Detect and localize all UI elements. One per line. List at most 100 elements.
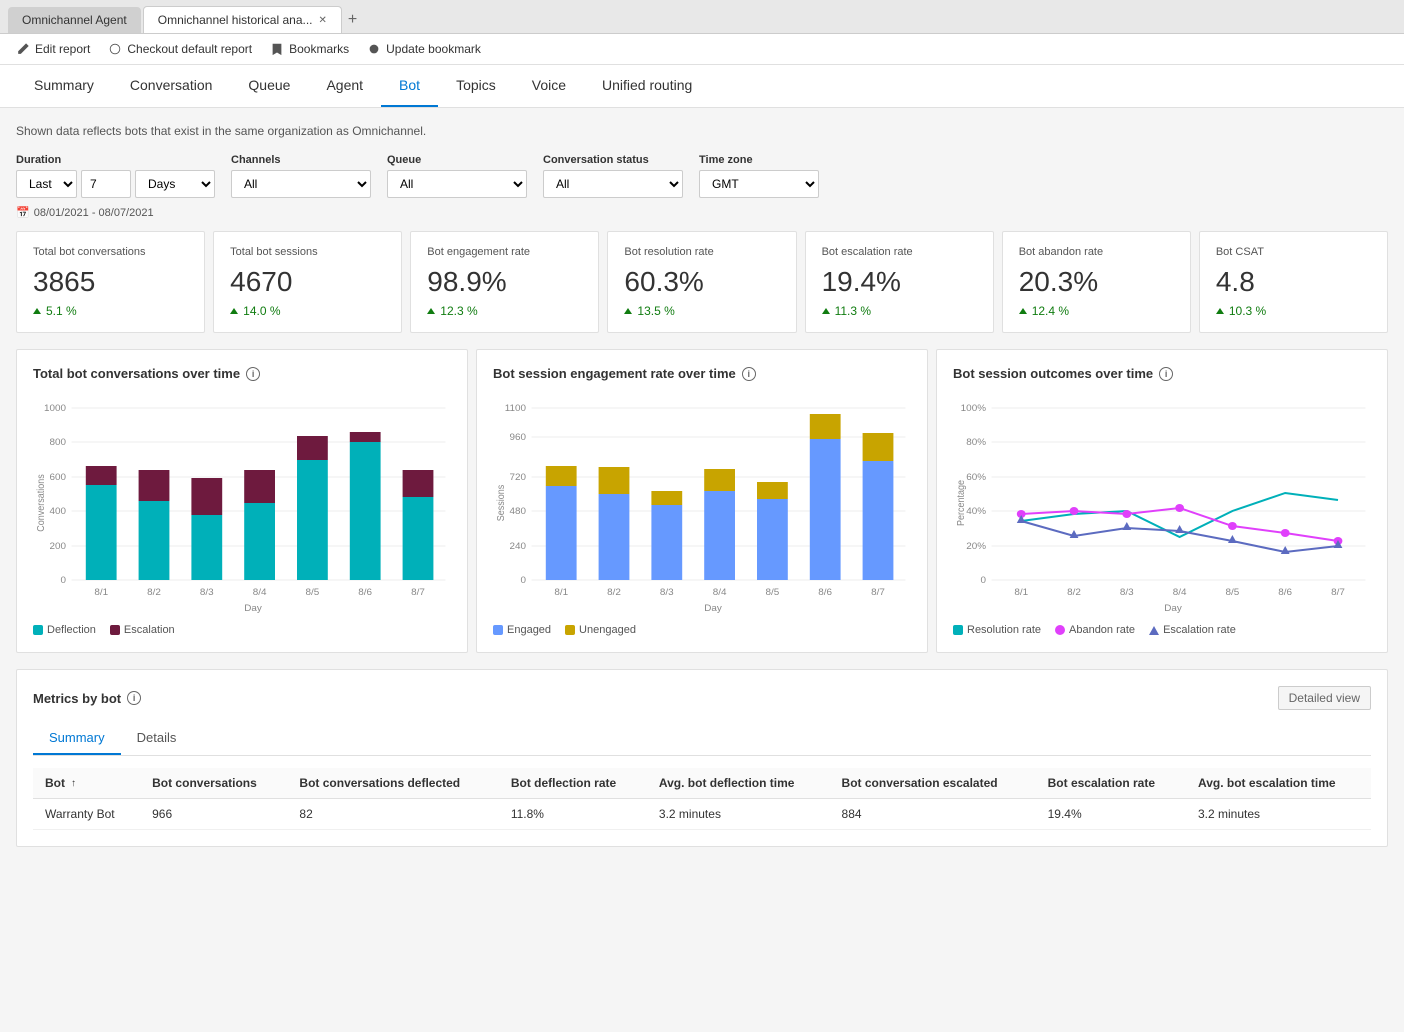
- chart-title: Bot session engagement rate over time i: [493, 366, 911, 381]
- engagement-chart-svg: 1100 960 720 480 240 0: [493, 393, 911, 613]
- kpi-change: 13.5 %: [624, 304, 779, 318]
- info-icon[interactable]: i: [1159, 367, 1173, 381]
- deflection-color: [33, 625, 43, 635]
- svg-text:8/6: 8/6: [1278, 587, 1292, 597]
- svg-text:60%: 60%: [966, 472, 986, 482]
- col-bot-conversations: Bot conversations: [140, 768, 287, 799]
- duration-unit-select[interactable]: Days: [135, 170, 215, 198]
- col-bot-conversations-deflected: Bot conversations deflected: [287, 768, 498, 799]
- kpi-value: 4670: [230, 266, 385, 298]
- add-tab-button[interactable]: +: [348, 11, 357, 29]
- cell-bot-name: Warranty Bot: [33, 799, 140, 830]
- legend-deflection-label: Deflection: [47, 624, 96, 636]
- col-bot-deflection-rate: Bot deflection rate: [499, 768, 647, 799]
- kpi-label: Bot resolution rate: [624, 246, 779, 258]
- metrics-header: Metrics by bot i Detailed view: [33, 686, 1371, 710]
- kpi-bot-csat: Bot CSAT 4.8 10.3 %: [1199, 231, 1388, 333]
- arrow-up-icon: [427, 308, 435, 314]
- legend-unengaged: Unengaged: [565, 624, 636, 636]
- kpi-label: Bot CSAT: [1216, 246, 1371, 258]
- svg-text:Sessions: Sessions: [496, 484, 508, 521]
- update-icon: [367, 42, 381, 56]
- table-header: Bot ↑ Bot conversations Bot conversation…: [33, 768, 1371, 799]
- detailed-view-button[interactable]: Detailed view: [1278, 686, 1371, 710]
- kpi-change: 14.0 %: [230, 304, 385, 318]
- col-avg-bot-deflection-time: Avg. bot deflection time: [647, 768, 830, 799]
- channels-label: Channels: [231, 154, 371, 166]
- timezone-select[interactable]: GMT: [699, 170, 819, 198]
- svg-text:1000: 1000: [44, 403, 66, 413]
- info-text: Shown data reflects bots that exist in t…: [16, 124, 1388, 138]
- conversations-over-time-chart: Total bot conversations over time i 1000…: [16, 349, 468, 653]
- outcomes-chart-svg: 100% 80% 60% 40% 20% 0: [953, 393, 1371, 613]
- queue-label: Queue: [387, 154, 527, 166]
- svg-text:8/4: 8/4: [1173, 587, 1187, 597]
- bookmarks-button[interactable]: Bookmarks: [270, 42, 349, 56]
- svg-text:0: 0: [980, 575, 986, 585]
- info-icon[interactable]: i: [742, 367, 756, 381]
- tab-summary[interactable]: Summary: [16, 65, 112, 107]
- svg-text:Conversations: Conversations: [36, 474, 48, 532]
- channels-select[interactable]: All: [231, 170, 371, 198]
- kpi-label: Total bot conversations: [33, 246, 188, 258]
- legend-escalation-label: Escalation: [124, 624, 175, 636]
- bookmark-icon: [270, 42, 284, 56]
- tab-label: Omnichannel historical ana...: [158, 13, 313, 27]
- tab-voice[interactable]: Voice: [514, 65, 584, 107]
- legend-engaged: Engaged: [493, 624, 551, 636]
- duration-value-input[interactable]: [81, 170, 131, 198]
- edit-report-button[interactable]: Edit report: [16, 42, 90, 56]
- col-bot: Bot ↑: [33, 768, 140, 799]
- conversation-status-select[interactable]: All: [543, 170, 683, 198]
- svg-text:800: 800: [49, 437, 66, 447]
- tab-conversation[interactable]: Conversation: [112, 65, 231, 107]
- tab-unified-routing[interactable]: Unified routing: [584, 65, 710, 107]
- kpi-label: Bot engagement rate: [427, 246, 582, 258]
- tab-topics[interactable]: Topics: [438, 65, 514, 107]
- svg-text:Day: Day: [1164, 603, 1182, 613]
- legend-unengaged-label: Unengaged: [579, 624, 636, 636]
- duration-prefix-select[interactable]: Last: [16, 170, 77, 198]
- sort-icon[interactable]: ↑: [71, 778, 76, 789]
- legend-resolution-rate-label: Resolution rate: [967, 624, 1041, 636]
- tab-omnichannel-historical[interactable]: Omnichannel historical ana... ✕: [143, 6, 342, 33]
- svg-text:0: 0: [520, 575, 526, 585]
- legend-deflection: Deflection: [33, 624, 96, 636]
- table-body: Warranty Bot 966 82 11.8% 3.2 minutes 88…: [33, 799, 1371, 830]
- svg-text:8/4: 8/4: [713, 587, 727, 597]
- tab-agent[interactable]: Agent: [308, 65, 381, 107]
- tab-queue[interactable]: Queue: [230, 65, 308, 107]
- duration-label: Duration: [16, 154, 215, 166]
- sub-tab-summary[interactable]: Summary: [33, 722, 121, 755]
- tab-close-icon[interactable]: ✕: [319, 15, 327, 26]
- conversation-status-filter: Conversation status All: [543, 154, 683, 198]
- outcomes-over-time-chart: Bot session outcomes over time i 100% 80…: [936, 349, 1388, 653]
- checkout-button[interactable]: Checkout default report: [108, 42, 252, 56]
- pencil-icon: [16, 42, 30, 56]
- engaged-color: [493, 625, 503, 635]
- chart-legend: Engaged Unengaged: [493, 624, 911, 636]
- sub-tab-details[interactable]: Details: [121, 722, 193, 755]
- timezone-label: Time zone: [699, 154, 819, 166]
- queue-select[interactable]: All: [387, 170, 527, 198]
- content-area: Shown data reflects bots that exist in t…: [0, 108, 1404, 1020]
- arrow-up-icon: [624, 308, 632, 314]
- cell-deflection-rate: 11.8%: [499, 799, 647, 830]
- info-icon[interactable]: i: [127, 691, 141, 705]
- toolbar: Edit report Checkout default report Book…: [0, 34, 1404, 65]
- kpi-bot-resolution-rate: Bot resolution rate 60.3% 13.5 %: [607, 231, 796, 333]
- tab-bot[interactable]: Bot: [381, 65, 438, 107]
- table-row: Warranty Bot 966 82 11.8% 3.2 minutes 88…: [33, 799, 1371, 830]
- date-range-text: 08/01/2021 - 08/07/2021: [34, 207, 154, 219]
- update-bookmark-button[interactable]: Update bookmark: [367, 42, 481, 56]
- arrow-up-icon: [230, 308, 238, 314]
- svg-text:8/1: 8/1: [1014, 587, 1028, 597]
- arrow-up-icon: [1216, 308, 1224, 314]
- kpi-value: 98.9%: [427, 266, 582, 298]
- svg-text:100%: 100%: [961, 403, 987, 413]
- svg-text:8/5: 8/5: [306, 587, 320, 597]
- calendar-icon: 📅: [16, 206, 30, 219]
- info-icon[interactable]: i: [246, 367, 260, 381]
- tab-omnichannel-agent[interactable]: Omnichannel Agent: [8, 7, 141, 33]
- svg-text:8/5: 8/5: [1226, 587, 1240, 597]
